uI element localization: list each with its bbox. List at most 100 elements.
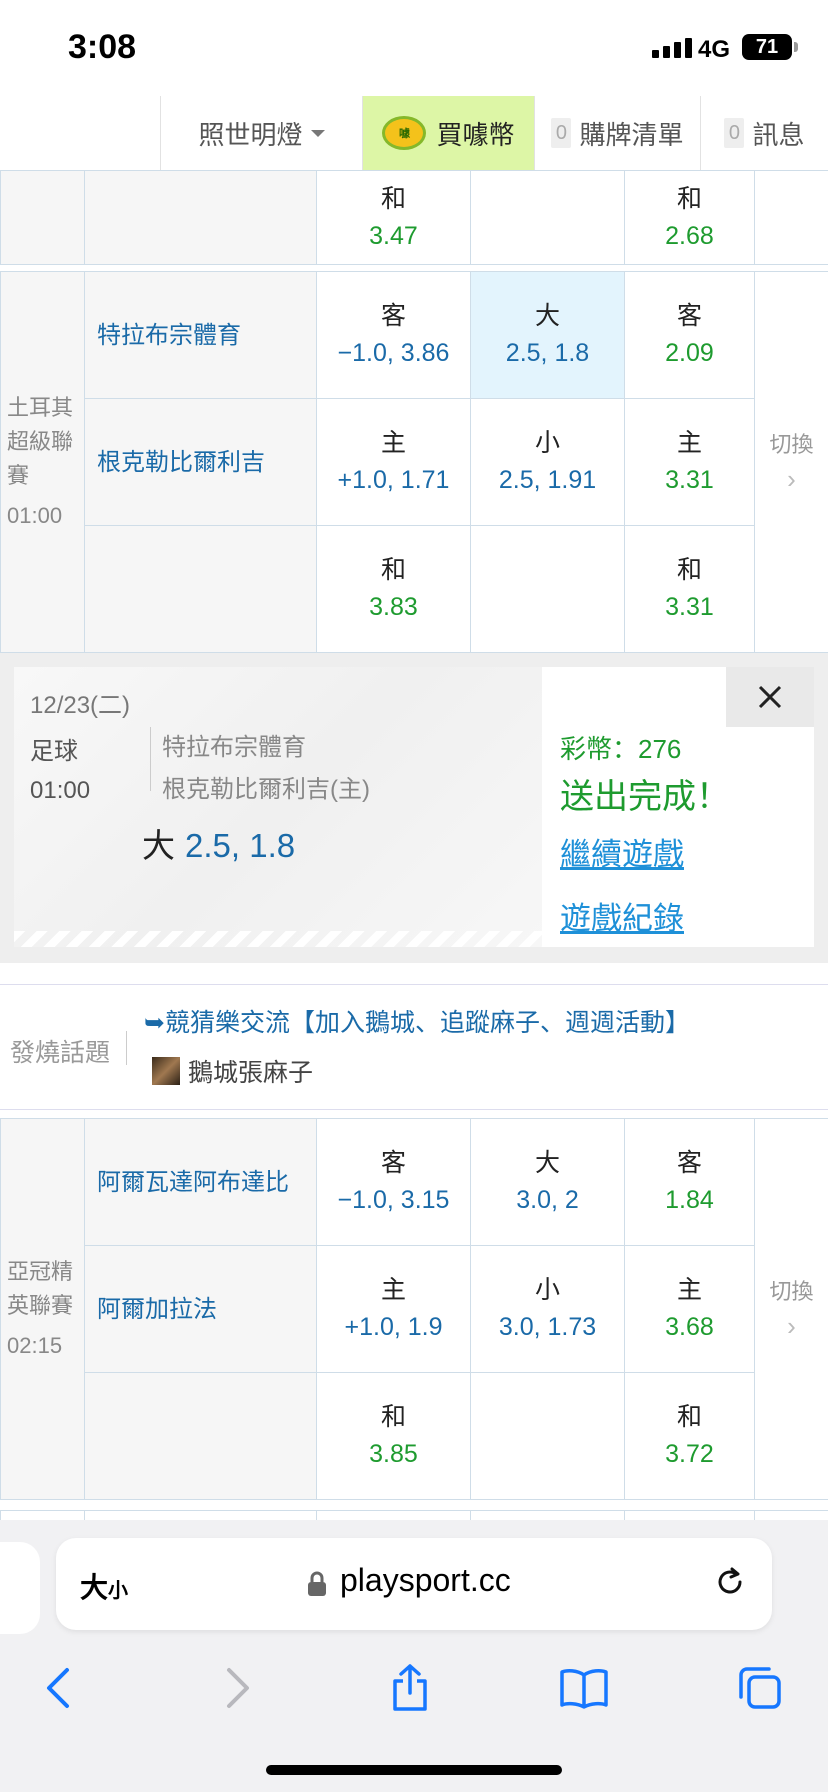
odds-cell[interactable]: 小 3.0, 1.73: [470, 1245, 625, 1373]
switch-label: 切換: [769, 1279, 814, 1304]
battery-icon: 71: [742, 34, 798, 60]
close-button[interactable]: [726, 667, 814, 727]
switch-button[interactable]: 切換 ›: [754, 271, 828, 653]
odds-value: 2.5, 1.8: [505, 339, 590, 367]
switch-button[interactable]: 切換 ›: [754, 1118, 828, 1500]
tabs-icon: [739, 1667, 781, 1709]
reload-icon[interactable]: [710, 1562, 750, 1602]
nav-lamp[interactable]: 照世明燈: [160, 96, 362, 170]
odds-label: 客: [380, 302, 406, 330]
coin-balance: 彩幣：276: [560, 734, 682, 764]
odds-cell-empty: [470, 525, 625, 653]
odds-cell[interactable]: 主 +1.0, 1.71: [316, 398, 471, 526]
team-away[interactable]: 特拉布宗體育: [84, 271, 317, 399]
nav-msg-label: 訊息: [752, 119, 805, 150]
receipt-divider: [150, 727, 151, 791]
odds-cell[interactable]: 客 −1.0, 3.15: [316, 1118, 471, 1246]
receipt-time: 01:00: [30, 777, 91, 804]
odds-value: 2.68: [665, 221, 714, 250]
odds-label: 小: [534, 429, 560, 457]
odds-cell[interactable]: 和 2.68: [624, 170, 755, 265]
odds-label: 客: [676, 302, 702, 330]
hot-topic-author[interactable]: 鵝城張麻子: [152, 1053, 313, 1089]
odds-cell[interactable]: 客 1.84: [624, 1118, 755, 1246]
odds-cell[interactable]: 和 3.83: [316, 525, 471, 653]
receipt-pick-value: 2.5, 1.8: [185, 827, 296, 864]
odds-label: 和: [676, 184, 702, 213]
receipt-team-home: 根克勒比爾利吉(主): [162, 776, 370, 803]
team-cell-empty: [84, 170, 317, 265]
cell: [0, 1510, 85, 1521]
bet-receipt: 12/23(二) 足球 01:00 特拉布宗體育 根克勒比爾利吉(主) 大 2.5…: [14, 667, 814, 947]
aa-big: 大: [80, 1572, 109, 1603]
odds-value: 3.68: [665, 1313, 714, 1341]
odds-cell[interactable]: 客 2.09: [624, 271, 755, 399]
odds-cell[interactable]: 主 3.68: [624, 1245, 755, 1373]
receipt-status: 彩幣：276 送出完成！ 繼續遊戲 遊戲紀錄: [542, 667, 814, 947]
hot-topic-link[interactable]: ➥競猜樂交流【加入鵝城、追蹤麻子、週週活動】: [144, 1003, 690, 1039]
hot-topic-label: 發燒話題: [10, 1039, 111, 1067]
odds-cell[interactable]: 小 2.5, 1.91: [470, 398, 625, 526]
previous-tab-peek[interactable]: [0, 1542, 40, 1634]
match-table-prev: 和 3.47 和 2.68: [0, 170, 828, 265]
submit-success-text: 送出完成！: [560, 778, 730, 816]
odds-value: 3.0, 1.73: [498, 1313, 597, 1341]
game-history-link[interactable]: 遊戲紀錄: [560, 893, 684, 938]
team-home[interactable]: 根克勒比爾利吉: [84, 398, 317, 526]
odds-label: 大: [534, 1149, 560, 1177]
team-away[interactable]: 阿爾瓦達阿布達比: [84, 1118, 317, 1246]
nav-msg[interactable]: 0 訊息: [700, 96, 828, 170]
league-cell: [0, 170, 85, 265]
odds-cell[interactable]: 和 3.31: [624, 525, 755, 653]
share-button[interactable]: [380, 1658, 440, 1718]
nav-cart-label: 購牌清單: [579, 119, 684, 150]
chevron-right-icon: [227, 1668, 249, 1708]
odds-cell-selected[interactable]: 大 2.5, 1.8: [470, 271, 625, 399]
odds-label: 和: [380, 1403, 406, 1431]
odds-cell[interactable]: 主 +1.0, 1.9: [316, 1245, 471, 1373]
odds-value: +1.0, 1.71: [337, 466, 450, 494]
home-indicator: [266, 1765, 562, 1775]
odds-value: 3.47: [369, 221, 418, 250]
cell: [470, 1510, 625, 1521]
odds-cell[interactable]: 和 3.85: [316, 1372, 471, 1500]
chevron-left-icon: [47, 1668, 69, 1708]
back-button[interactable]: [28, 1658, 88, 1718]
nav-cart[interactable]: 0 購牌清單: [534, 96, 700, 170]
receipt-sport: 足球: [30, 738, 78, 765]
continue-game-link[interactable]: 繼續遊戲: [560, 829, 684, 874]
odds-cell[interactable]: 和 3.47: [316, 170, 471, 265]
odds-value: 3.83: [369, 593, 418, 621]
team-cell-empty: [84, 525, 317, 653]
match-time: 02:15: [7, 1333, 63, 1358]
league-name: 亞冠精英聯賽: [7, 1259, 74, 1318]
status-time: 3:08: [68, 28, 137, 66]
cell: [84, 1510, 317, 1521]
page-settings-button[interactable]: 大小: [80, 1566, 128, 1606]
odds-label: 主: [380, 429, 406, 457]
odds-cell[interactable]: 大 3.0, 2: [470, 1118, 625, 1246]
share-icon: [393, 1664, 427, 1711]
odds-value: 3.85: [369, 1440, 418, 1468]
chevron-right-icon: ›: [787, 1311, 796, 1341]
league-cell: 土耳其超級聯賽 01:00: [0, 271, 85, 653]
odds-cell[interactable]: 客 −1.0, 3.86: [316, 271, 471, 399]
tabs-button[interactable]: [730, 1658, 790, 1718]
signal-icon: [652, 38, 692, 58]
odds-cell[interactable]: 主 3.31: [624, 398, 755, 526]
odds-value: 3.72: [665, 1440, 714, 1468]
hot-topic-divider: [126, 1031, 127, 1065]
receipt-ticket: 12/23(二) 足球 01:00 特拉布宗體育 根克勒比爾利吉(主) 大 2.5…: [14, 667, 542, 947]
team-home[interactable]: 阿爾加拉法: [84, 1245, 317, 1373]
bookmarks-button[interactable]: [554, 1658, 614, 1718]
odds-value: +1.0, 1.9: [344, 1313, 443, 1341]
odds-value: 2.5, 1.91: [498, 466, 597, 494]
nav-buy-coin[interactable]: 噱 買噱幣: [362, 96, 534, 170]
url-text: playsport.cc: [340, 1562, 511, 1598]
odds-cell[interactable]: 和 3.72: [624, 1372, 755, 1500]
top-nav: 照世明燈 噱 買噱幣 0 購牌清單 0 訊息: [0, 96, 828, 171]
cart-count-badge: 0: [551, 118, 572, 148]
forward-button[interactable]: [208, 1658, 268, 1718]
address-bar[interactable]: 大小 playsport.cc: [56, 1538, 772, 1630]
odds-label: 和: [380, 556, 406, 584]
